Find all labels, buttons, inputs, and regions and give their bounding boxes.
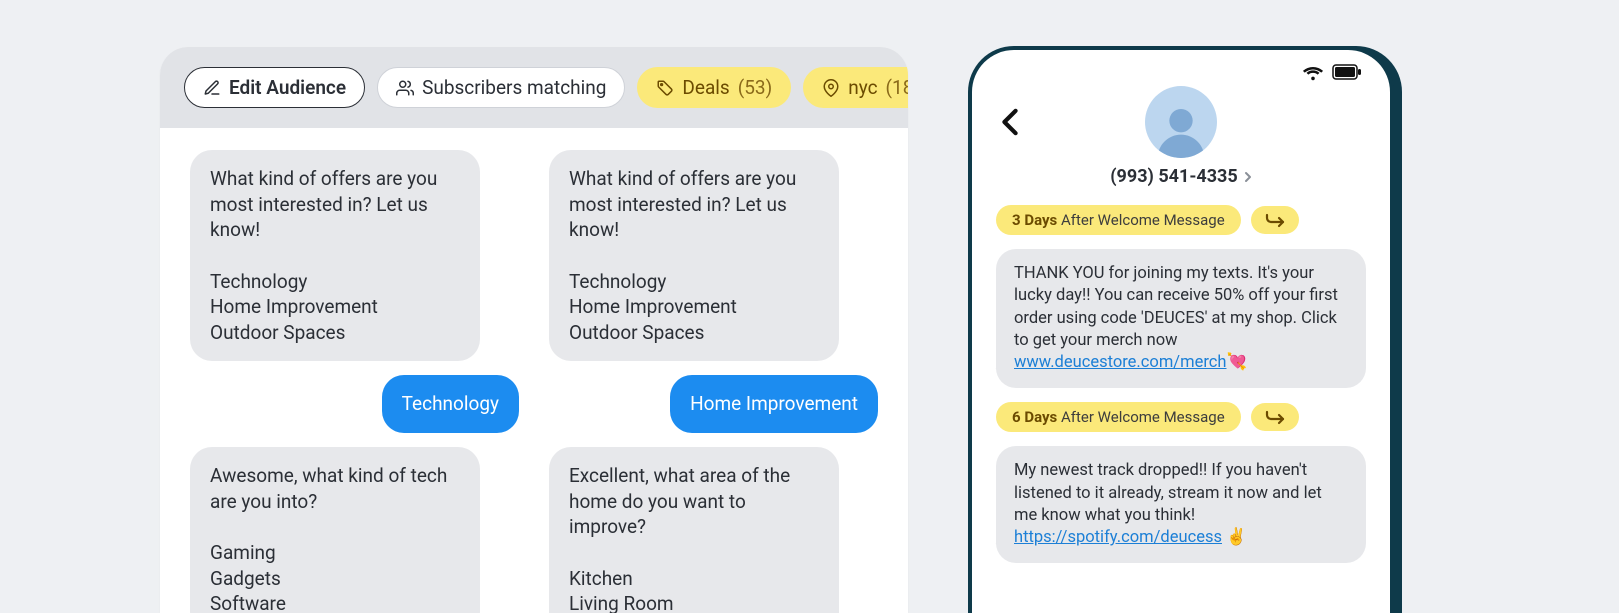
bot-message: Awesome, what kind of tech are you into?… bbox=[190, 447, 480, 613]
tag-deals[interactable]: Deals (53) bbox=[637, 67, 791, 108]
drip-timing-pill[interactable]: 3 Days After Welcome Message bbox=[996, 205, 1241, 235]
edit-audience-button[interactable]: Edit Audience bbox=[184, 67, 365, 108]
bot-message: Excellent, what area of the home do you … bbox=[549, 447, 839, 613]
bot-message: What kind of offers are you most interes… bbox=[190, 150, 480, 361]
back-button[interactable] bbox=[1000, 108, 1020, 140]
user-reply: Technology bbox=[382, 375, 519, 433]
thread-right: What kind of offers are you most interes… bbox=[549, 150, 878, 613]
drip-text: My newest track dropped!! If you haven't… bbox=[1014, 461, 1322, 525]
chevron-right-icon bbox=[1244, 171, 1252, 183]
pin-icon bbox=[822, 79, 840, 97]
tag-name: Deals bbox=[682, 76, 729, 99]
drip-arrow-button[interactable] bbox=[1251, 206, 1299, 234]
drip-link[interactable]: https://spotify.com/deucess bbox=[1014, 528, 1222, 547]
edit-audience-label: Edit Audience bbox=[229, 76, 346, 99]
thread-left: What kind of offers are you most interes… bbox=[190, 150, 519, 613]
subscribers-label: Subscribers matching bbox=[422, 76, 606, 99]
edit-icon bbox=[203, 79, 221, 97]
drip-link[interactable]: www.deucestore.com/merch bbox=[1014, 353, 1227, 372]
drip-messages: 3 Days After Welcome Message THANK YOU f… bbox=[972, 195, 1390, 563]
audience-header: Edit Audience Subscribers matching Deals… bbox=[160, 47, 908, 128]
drip-arrow-button[interactable] bbox=[1251, 403, 1299, 431]
phone-mock: (993) 541-4335 3 Days After Welcome Mess… bbox=[968, 46, 1394, 613]
drip-timing-rest: After Welcome Message bbox=[1061, 211, 1225, 229]
return-arrow-icon bbox=[1263, 212, 1287, 228]
tag-count: (184) bbox=[886, 76, 908, 99]
audience-chat-panel: Edit Audience Subscribers matching Deals… bbox=[160, 47, 908, 613]
drip-emoji: ✌️ bbox=[1226, 528, 1247, 547]
drip-timing-row: 3 Days After Welcome Message bbox=[996, 205, 1366, 235]
bot-message: What kind of offers are you most interes… bbox=[549, 150, 839, 361]
avatar bbox=[1145, 86, 1217, 158]
subscribers-matching-pill: Subscribers matching bbox=[377, 67, 625, 108]
contact-number-row[interactable]: (993) 541-4335 bbox=[1110, 166, 1251, 187]
tag-name: nyc bbox=[848, 76, 877, 99]
drip-timing-bold: 6 Days bbox=[1012, 408, 1057, 426]
wifi-icon bbox=[1302, 64, 1324, 82]
status-bar bbox=[972, 50, 1390, 86]
chat-threads: What kind of offers are you most interes… bbox=[160, 128, 908, 613]
drip-emoji: 💘 bbox=[1227, 353, 1248, 372]
people-icon bbox=[396, 79, 414, 97]
drip-text: THANK YOU for joining my texts. It's you… bbox=[1014, 264, 1338, 350]
tag-nyc[interactable]: nyc (184) bbox=[803, 67, 908, 108]
contact-number: (993) 541-4335 bbox=[1110, 166, 1237, 187]
drip-timing-pill[interactable]: 6 Days After Welcome Message bbox=[996, 402, 1241, 432]
tag-icon bbox=[656, 79, 674, 97]
return-arrow-icon bbox=[1263, 409, 1287, 425]
tag-count: (53) bbox=[738, 76, 772, 99]
drip-message: My newest track dropped!! If you haven't… bbox=[996, 446, 1366, 563]
drip-message: THANK YOU for joining my texts. It's you… bbox=[996, 249, 1366, 388]
battery-icon bbox=[1332, 64, 1362, 82]
user-reply: Home Improvement bbox=[670, 375, 878, 433]
contact-header: (993) 541-4335 bbox=[972, 86, 1390, 195]
drip-timing-rest: After Welcome Message bbox=[1061, 408, 1225, 426]
drip-timing-row: 6 Days After Welcome Message bbox=[996, 402, 1366, 432]
drip-timing-bold: 3 Days bbox=[1012, 211, 1057, 229]
